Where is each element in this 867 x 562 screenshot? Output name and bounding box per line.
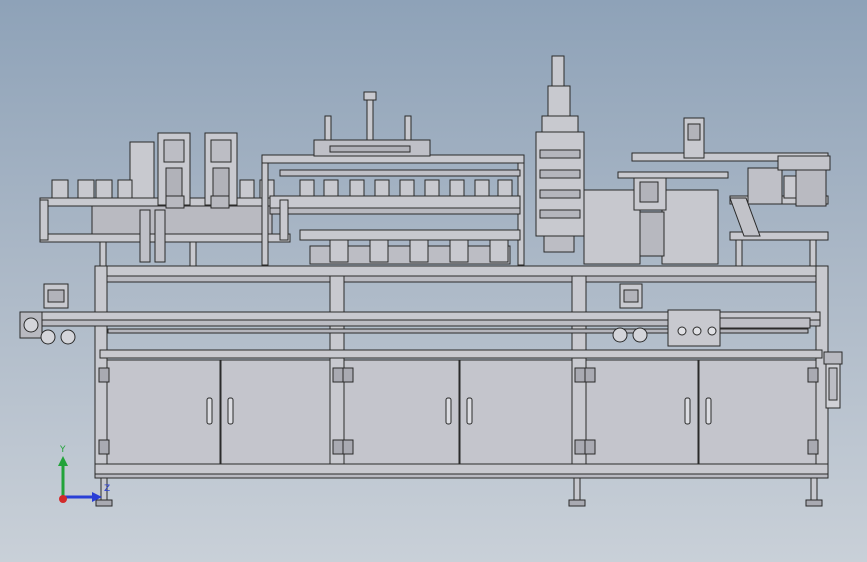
axis-triad — [58, 456, 102, 503]
z-axis-label: Z — [104, 484, 111, 494]
x-axis-origin-icon — [59, 495, 67, 503]
y-axis-arrowhead-icon — [58, 456, 68, 466]
z-axis-arrowhead-icon — [92, 492, 102, 502]
y-axis-label: Y — [60, 445, 66, 455]
cad-viewport[interactable]: Y Z — [0, 0, 867, 562]
